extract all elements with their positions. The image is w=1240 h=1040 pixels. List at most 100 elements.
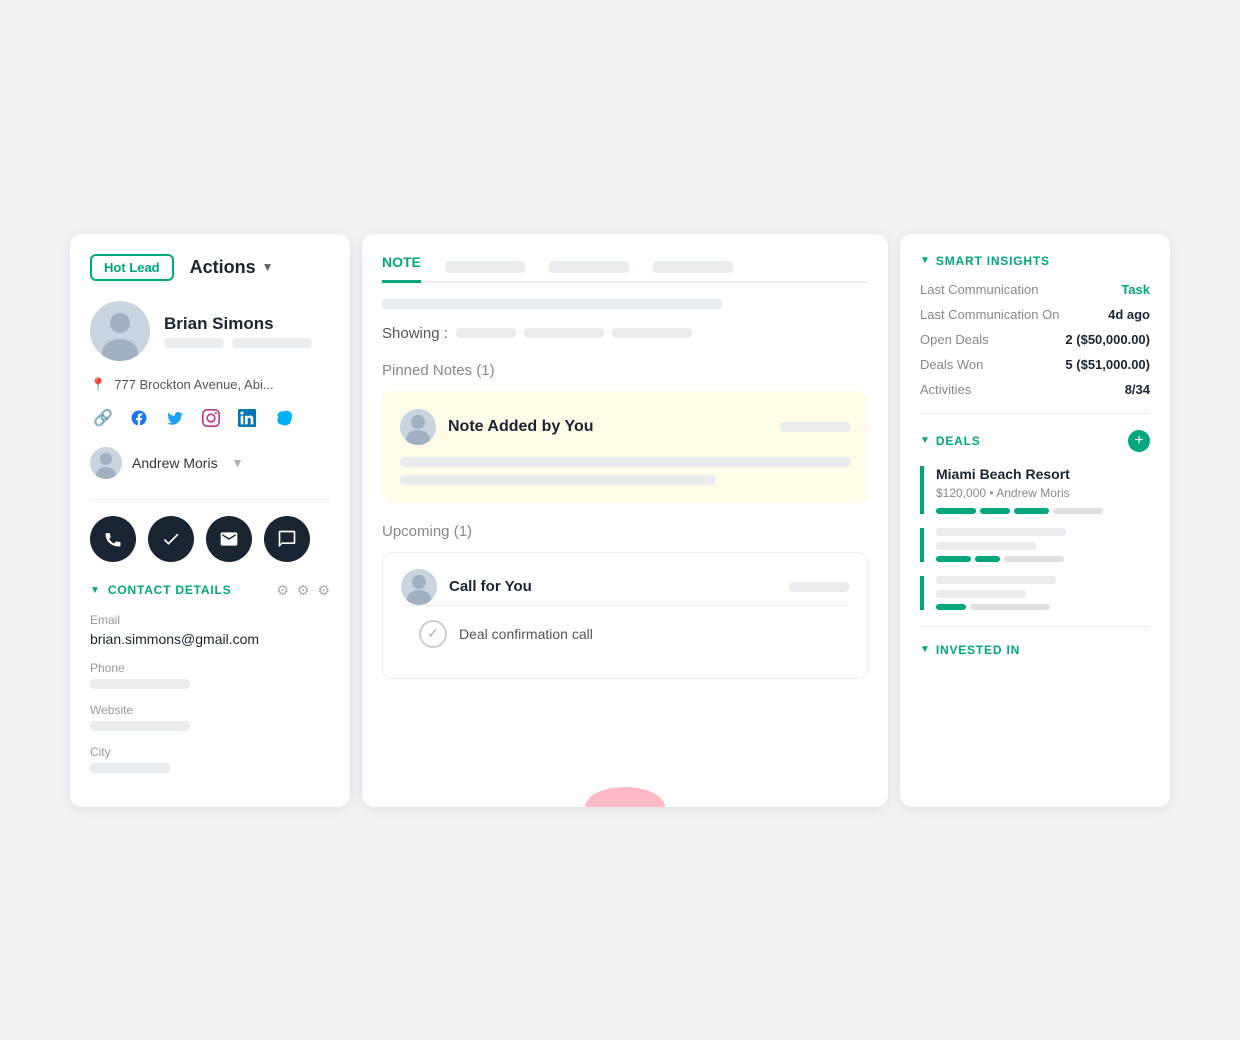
deal-confirmation-row: ✓ Deal confirmation call xyxy=(401,605,849,662)
smart-insights-title: SMART INSIGHTS xyxy=(936,254,1050,268)
city-label: City xyxy=(90,745,330,759)
invested-title: INVESTED IN xyxy=(936,643,1020,657)
last-comm-on-label: Last Communication On xyxy=(920,307,1059,322)
last-comm-on-row: Last Communication On 4d ago xyxy=(920,307,1150,322)
progress-bar xyxy=(936,604,966,610)
call-button[interactable] xyxy=(90,516,136,562)
upcoming-title: Upcoming (1) xyxy=(382,523,868,540)
assigned-chevron-icon[interactable]: ▼ xyxy=(232,456,244,470)
tab-shimmer3[interactable] xyxy=(653,261,733,273)
assigned-row: Andrew Moris ▼ xyxy=(90,447,330,479)
profile-sub xyxy=(164,338,312,348)
pinned-notes-title: Pinned Notes (1) xyxy=(382,362,868,379)
note-avatar xyxy=(400,409,436,445)
task-button[interactable] xyxy=(148,516,194,562)
phone-label: Phone xyxy=(90,661,330,675)
section-collapse-icon[interactable]: ▼ xyxy=(90,585,100,596)
showing-row: Showing : xyxy=(382,325,868,342)
twitter-icon[interactable] xyxy=(162,405,188,431)
deal1-sub: $120,000 • Andrew Moris xyxy=(936,486,1150,500)
contact-details-header: ▼ CONTACT DETAILS ⚙ ⚙ ⚙ xyxy=(90,582,330,599)
top-bar: Hot Lead Actions ▼ xyxy=(90,254,330,281)
link-icon[interactable]: 🔗 xyxy=(90,405,116,431)
deals-chevron-icon[interactable]: ▼ xyxy=(920,435,930,446)
call-title: Call for You xyxy=(449,578,532,595)
address-row: 📍 777 Brockton Avenue, Abi... xyxy=(90,377,330,393)
deal2-progress xyxy=(936,556,1150,562)
activities-row: Activities 8/34 xyxy=(920,382,1150,397)
gear-icon[interactable]: ⚙ xyxy=(317,582,330,599)
deals-won-label: Deals Won xyxy=(920,357,983,372)
call-header: Call for You xyxy=(401,569,849,605)
facebook-icon[interactable] xyxy=(126,405,152,431)
filter-icon[interactable]: ⚙ xyxy=(276,582,289,599)
action-icons xyxy=(90,516,330,562)
chevron-down-icon: ▼ xyxy=(262,260,274,274)
last-comm-value: Task xyxy=(1121,282,1150,297)
contact-details-icons: ⚙ ⚙ ⚙ xyxy=(276,582,330,599)
social-row: 🔗 xyxy=(90,405,330,431)
note-body-shimmer xyxy=(400,457,850,485)
deal1-progress xyxy=(936,508,1150,514)
tab-shimmer[interactable] xyxy=(445,261,525,273)
deal-item-1: Miami Beach Resort $120,000 • Andrew Mor… xyxy=(920,466,1150,514)
smart-insights-header: ▼ SMART INSIGHTS xyxy=(920,254,1150,268)
pink-blob-decoration xyxy=(585,787,665,807)
showing-label: Showing : xyxy=(382,325,448,342)
assigned-name: Andrew Moris xyxy=(132,455,218,471)
deals-won-value: 5 ($51,000.00) xyxy=(1065,357,1150,372)
tab-note[interactable]: NOTE xyxy=(382,254,421,283)
deal2-name-shimmer xyxy=(936,528,1066,536)
settings-icon[interactable]: ⚙ xyxy=(297,582,310,599)
shimmer-block xyxy=(164,338,224,348)
deal3-sub-shimmer xyxy=(936,590,1026,598)
progress-bar-fill xyxy=(936,508,976,514)
note-shimmer-right xyxy=(780,422,850,432)
progress-bar-fill2 xyxy=(980,508,1010,514)
insights-chevron-icon[interactable]: ▼ xyxy=(920,255,930,266)
assigned-avatar xyxy=(90,447,122,479)
header-shimmer-row xyxy=(382,299,868,309)
actions-label: Actions xyxy=(190,257,256,278)
email-value: brian.simmons@gmail.com xyxy=(90,631,330,647)
activities-value: 8/34 xyxy=(1125,382,1150,397)
instagram-icon[interactable] xyxy=(198,405,224,431)
shimmer-block xyxy=(232,338,312,348)
activities-label: Activities xyxy=(920,382,971,397)
mid-panel: NOTE Showing : Pinned Notes (1) xyxy=(362,234,888,807)
open-deals-label: Open Deals xyxy=(920,332,989,347)
deals-won-row: Deals Won 5 ($51,000.00) xyxy=(920,357,1150,372)
note-card: Note Added by You xyxy=(382,391,868,503)
location-icon: 📍 xyxy=(90,377,106,393)
avatar xyxy=(90,301,150,361)
last-comm-label: Last Communication xyxy=(920,282,1039,297)
linkedin-icon[interactable] xyxy=(234,405,260,431)
deal1-name: Miami Beach Resort xyxy=(936,466,1150,482)
progress-bar xyxy=(936,556,971,562)
message-button[interactable] xyxy=(264,516,310,562)
profile-name: Brian Simons xyxy=(164,314,312,334)
open-deals-row: Open Deals 2 ($50,000.00) xyxy=(920,332,1150,347)
tabs-row: NOTE xyxy=(382,254,868,283)
hot-lead-badge[interactable]: Hot Lead xyxy=(90,254,174,281)
add-deal-button[interactable]: + xyxy=(1128,430,1150,452)
email-label: Email xyxy=(90,613,330,627)
deals-section-header: ▼ DEALS xyxy=(920,434,981,448)
progress-bar-fill3 xyxy=(1014,508,1049,514)
tab-shimmer2[interactable] xyxy=(549,261,629,273)
invested-chevron-icon[interactable]: ▼ xyxy=(920,644,930,655)
divider-right xyxy=(920,413,1150,414)
website-label: Website xyxy=(90,703,330,717)
actions-button[interactable]: Actions ▼ xyxy=(190,257,274,278)
deal3-progress xyxy=(936,604,1150,610)
website-shimmer xyxy=(90,721,330,731)
profile-section: Brian Simons xyxy=(90,301,330,361)
profile-info: Brian Simons xyxy=(164,314,312,348)
call-card: Call for You ✓ Deal confirmation call xyxy=(382,552,868,679)
progress-bar-empty xyxy=(1004,556,1064,562)
invested-header: ▼ INVESTED IN xyxy=(920,643,1150,657)
email-button[interactable] xyxy=(206,516,252,562)
skype-icon[interactable] xyxy=(270,405,296,431)
progress-bar-empty xyxy=(970,604,1050,610)
right-panel: ▼ SMART INSIGHTS Last Communication Task… xyxy=(900,234,1170,807)
